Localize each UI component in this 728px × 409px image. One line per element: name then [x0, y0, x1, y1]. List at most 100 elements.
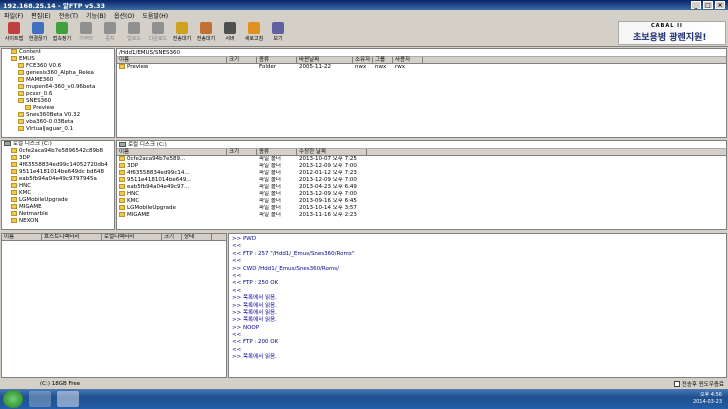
folder-icon: [119, 205, 125, 210]
remote-file-list[interactable]: /Hdd1/EMUS/SNES360 이름 크기 종류 바뀐날짜 소유자 그룹 사용자 Pr…: [116, 48, 727, 138]
tree-item[interactable]: Preview: [2, 105, 114, 112]
toolbar-button[interactable]: 중지: [98, 22, 122, 46]
remote-path[interactable]: /Hdd1/EMUS/SNES360: [117, 49, 726, 57]
toolbar-button[interactable]: 사이트맵: [2, 22, 26, 46]
local-file-list[interactable]: 로컬 디스크 (C:) 이름 크기 종류 수정한 날짜 0cfe2aca94b7e58…: [116, 140, 727, 230]
column-header[interactable]: 이름: [117, 57, 227, 63]
folder-icon: [11, 197, 17, 202]
menu-item[interactable]: 기능(B): [86, 11, 106, 20]
ad-banner[interactable]: CABAL II 초보용병 광렌지원!: [618, 21, 726, 45]
tree-item[interactable]: VirtualJaguar_0.1: [2, 126, 114, 133]
menu-item[interactable]: 파일(F): [4, 11, 23, 20]
toolbar-button[interactable]: 전송대기: [194, 22, 218, 46]
column-header[interactable]: 그룹: [373, 57, 393, 63]
tree-item[interactable]: 0cfe2aca94b7e5896542c89b8: [2, 148, 114, 155]
tree-item[interactable]: 3DP: [2, 155, 114, 162]
tree-item[interactable]: 4f63558834ed99c14052720db4: [2, 162, 114, 169]
tree-item[interactable]: vba360-0.03Beta: [2, 119, 114, 126]
tree-item[interactable]: eab5fb94a04e49c9797945a: [2, 176, 114, 183]
reconnect-icon: [56, 22, 68, 34]
menu-item[interactable]: 전송(T): [59, 11, 78, 20]
minimize-button[interactable]: _: [691, 1, 701, 9]
toolbar-button[interactable]: 새로고침: [242, 22, 266, 46]
column-header[interactable]: 수정한 날짜: [297, 149, 367, 155]
tree-item[interactable]: mupen64-360_v0.96beta: [2, 84, 114, 91]
tree-item[interactable]: Netmarble: [2, 211, 114, 218]
taskbar: 오후 4:56 2014-03-23: [0, 389, 728, 409]
file-date: 2013-12-09 오후 7:00: [299, 177, 357, 183]
toolbar-button[interactable]: 연결끊기: [26, 22, 50, 46]
tree-item[interactable]: LGMobileUpgrade: [2, 197, 114, 204]
tree-item[interactable]: MIGAME: [2, 204, 114, 211]
table-row[interactable]: 3DP 파일 폴더 2013-12-09 오후 7:00: [117, 163, 726, 170]
table-row[interactable]: KMC 파일 폴더 2013-09-16 오후 6:45: [117, 198, 726, 205]
tree-item[interactable]: NEXON: [2, 218, 114, 225]
column-header[interactable]: 종류: [257, 149, 297, 155]
clock[interactable]: 오후 4:56 2014-03-23: [693, 392, 728, 406]
tree-item[interactable]: 로컬 디스크 (C:): [2, 141, 114, 148]
toolbar-button[interactable]: 다운로드: [146, 22, 170, 46]
column-header[interactable]: 크기: [227, 149, 257, 155]
tree-item-label: MIGAME: [19, 204, 42, 210]
toolbar-button[interactable]: 업로드: [122, 22, 146, 46]
menu-item[interactable]: 옵션(O): [114, 11, 134, 20]
tree-item[interactable]: genesis360_Alpha_Relea: [2, 70, 114, 77]
menu-item[interactable]: 편집(E): [31, 11, 51, 20]
remote-header: 이름 크기 종류 바뀐날짜 소유자 그룹 사용자: [117, 57, 726, 64]
table-row[interactable]: 4f63558834ed99c14... 파일 폴더 2012-01-12 오후 7…: [117, 170, 726, 177]
maximize-button[interactable]: □: [703, 1, 713, 9]
tree-item[interactable]: pcsxr_0.6: [2, 91, 114, 98]
tree-item-label: LGMobileUpgrade: [19, 197, 68, 203]
folder-icon: [11, 218, 17, 223]
column-header[interactable]: 사용자: [393, 57, 423, 63]
column-header[interactable]: 소유자: [353, 57, 373, 63]
toolbar-button[interactable]: 기부터: [74, 22, 98, 46]
tree-item[interactable]: EMUS: [2, 56, 114, 63]
column-header[interactable]: 크기: [227, 57, 257, 63]
tree-item[interactable]: MAME360: [2, 77, 114, 84]
column-header[interactable]: 상태: [182, 234, 212, 240]
local-folder-tree[interactable]: 로컬 디스크 (C:) 0cfe2aca94b7e5896542c89b8 3DP 4…: [1, 140, 115, 230]
table-row[interactable]: 9511e4181014be649... 파일 폴더 2013-12-09 오후 7…: [117, 177, 726, 184]
local-path-label: 로컬 디스크 (C:): [128, 142, 167, 148]
remote-folder-tree[interactable]: Content EMUS FCE360 V0.6 genesis360_Alpha_R…: [1, 48, 115, 138]
tree-item[interactable]: 9511e4181014be649dc bd648: [2, 169, 114, 176]
log-panel[interactable]: >> PWD << << FTP : 257 "/Hdd1/_Emus/Snes36…: [228, 233, 727, 378]
toolbar-button[interactable]: 보기: [266, 22, 290, 46]
start-button[interactable]: [3, 390, 23, 408]
menu-item[interactable]: 도움말(H): [142, 11, 168, 20]
shutdown-checkbox[interactable]: [673, 380, 680, 387]
taskbar-explorer-icon[interactable]: [29, 391, 51, 407]
table-row[interactable]: LGMobileUpgrade 파일 폴더 2013-10-14 오후 3:57: [117, 205, 726, 212]
local-path[interactable]: 로컬 디스크 (C:): [117, 141, 726, 149]
folder-icon: [11, 162, 17, 167]
column-header[interactable]: 이름: [2, 234, 42, 240]
toolbar-button[interactable]: 접속정기: [50, 22, 74, 46]
transfer-queue[interactable]: 이름 호스트디렉터리 로컬디렉터리 크기 상태: [1, 233, 227, 378]
folder-icon: [119, 212, 125, 217]
toolbar-button[interactable]: 전송대기: [170, 22, 194, 46]
table-row[interactable]: HNC 파일 폴더 2013-12-09 오후 7:00: [117, 191, 726, 198]
column-header[interactable]: 종류: [257, 57, 297, 63]
tree-item[interactable]: HNC: [2, 183, 114, 190]
table-row[interactable]: 0cfe2aca94b7e589... 파일 폴더 2013-10-07 오후 7:…: [117, 156, 726, 163]
toolbar-label: 다운로드: [148, 36, 168, 42]
close-button[interactable]: ×: [715, 1, 725, 9]
tree-item[interactable]: Content: [2, 49, 114, 56]
table-row[interactable]: eab5fb94a04e49c97... 파일 폴더 2013-04-23 오후 6…: [117, 184, 726, 191]
tree-item-label: 로컬 디스크 (C:): [13, 141, 52, 147]
column-header[interactable]: 크기: [162, 234, 182, 240]
tree-item[interactable]: FCE360 V0.6: [2, 63, 114, 70]
table-row[interactable]: Preview Folder 2005-11-22 nwx nwx rwx: [117, 64, 726, 71]
column-header[interactable]: 호스트디렉터리: [42, 234, 102, 240]
file-type: 파일 폴더: [259, 198, 281, 204]
table-row[interactable]: MIGAME 파일 폴더 2013-11-16 오후 2:23: [117, 212, 726, 219]
taskbar-alftp-icon[interactable]: [57, 391, 79, 407]
column-header[interactable]: 바뀐날짜: [297, 57, 353, 63]
tree-item[interactable]: Snes360Beta V0.32: [2, 112, 114, 119]
column-header[interactable]: 이름: [117, 149, 227, 155]
tree-item[interactable]: KMC: [2, 190, 114, 197]
tree-item[interactable]: SNES360: [2, 98, 114, 105]
toolbar-button[interactable]: 서버: [218, 22, 242, 46]
column-header[interactable]: 로컬디렉터리: [102, 234, 162, 240]
